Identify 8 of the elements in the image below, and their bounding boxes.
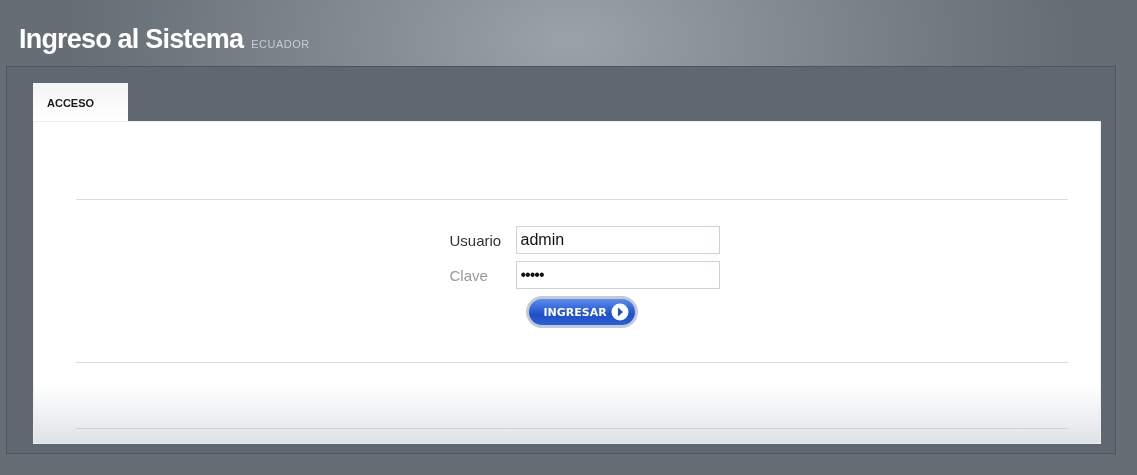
page-subtitle: ECUADOR (251, 38, 310, 50)
page-title: Ingreso al Sistema (19, 24, 244, 55)
field-label: Usuario (449, 231, 503, 249)
password-field[interactable]: ••••• (515, 261, 720, 289)
login-button[interactable]: INGRESAR (526, 296, 638, 328)
field-label: Clave (449, 266, 489, 284)
username-field[interactable]: admin (515, 226, 720, 254)
tab[interactable]: ACCESO (33, 83, 128, 121)
